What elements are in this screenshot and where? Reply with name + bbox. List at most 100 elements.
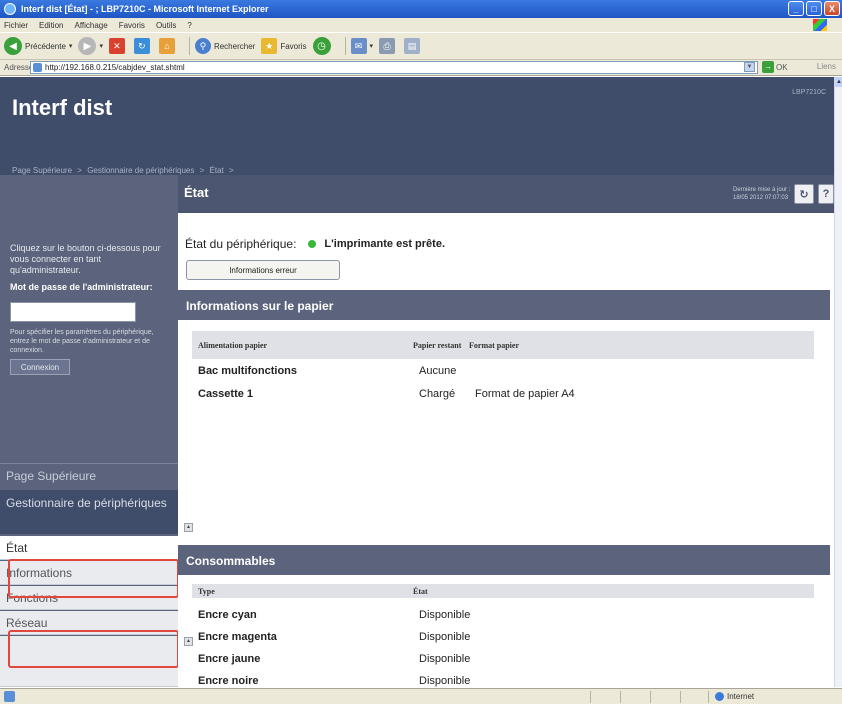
print-button[interactable]: ⎙ xyxy=(379,38,398,54)
device-status-value: L'imprimante est prête. xyxy=(324,238,446,250)
history-icon: ◷ xyxy=(312,37,331,55)
paper-source: Cassette 1 xyxy=(198,388,254,400)
stop-icon: ✕ xyxy=(108,38,125,54)
minimize-icon[interactable]: _ xyxy=(788,1,804,16)
menu-help[interactable]: ? xyxy=(187,21,191,30)
menu-file[interactable]: Fichier xyxy=(4,21,28,30)
star-icon: ★ xyxy=(261,38,278,54)
edit-button[interactable]: ▤ xyxy=(404,38,423,54)
login-button[interactable]: Connexion xyxy=(10,359,70,375)
chevron-down-icon: ▾ xyxy=(369,43,374,50)
chevron-down-icon: ▾ xyxy=(68,43,73,50)
back-arrow-icon: ◀ xyxy=(4,37,22,55)
consumable-state: Disponible xyxy=(419,631,471,643)
sidebar-item-state[interactable]: État xyxy=(0,536,178,560)
paper-remaining: Chargé xyxy=(419,388,456,400)
statusbar-divider xyxy=(620,691,621,703)
vertical-scrollbar[interactable]: ▲ xyxy=(834,77,842,687)
statusbar-divider xyxy=(680,691,681,703)
highlight-state xyxy=(8,559,179,598)
consumable-state: Disponible xyxy=(419,609,471,621)
address-input[interactable]: http://192.168.0.215/cabjdev_stat.shtml xyxy=(30,61,758,74)
globe-icon xyxy=(715,692,724,701)
window-title: Interf dist [État] - ; LBP7210C - Micros… xyxy=(21,4,269,14)
browser-toolbar: ◀ Précédente ▾ ▶ ▾ ✕ ↻ ⌂ ⚲ Rechercher ★ … xyxy=(0,32,842,60)
go-arrow-icon: → xyxy=(762,61,774,73)
home-icon: ⌂ xyxy=(158,38,175,54)
favorites-button[interactable]: ★ Favoris xyxy=(261,38,307,54)
password-label: Mot de passe de l'administrateur: xyxy=(10,282,153,292)
table-row: Encre magenta Disponible xyxy=(198,631,470,643)
menu-favorites[interactable]: Favoris xyxy=(119,21,145,30)
printer-icon: ⎙ xyxy=(379,38,396,54)
table-row: Bac multifonctions Aucune xyxy=(198,365,475,377)
toolbar-divider xyxy=(344,37,346,55)
search-button[interactable]: ⚲ Rechercher xyxy=(194,38,255,54)
links-label[interactable]: Liens xyxy=(817,62,836,71)
window-controls: _ □ X xyxy=(788,1,840,16)
error-info-button[interactable]: Informations erreur xyxy=(186,260,340,280)
scroll-to-top-icon[interactable]: ▲ xyxy=(184,637,193,646)
highlight-frame xyxy=(8,630,179,668)
consumables-table-header: Type État xyxy=(192,584,814,598)
status-ready-icon xyxy=(308,240,317,248)
login-panel: Cliquez sur le bouton ci-dessous pour vo… xyxy=(10,243,170,375)
browser-statusbar: Internet xyxy=(0,688,842,704)
close-icon[interactable]: X xyxy=(824,1,840,16)
search-icon: ⚲ xyxy=(194,38,211,54)
menu-tools[interactable]: Outils xyxy=(156,21,176,30)
zone-label: Internet xyxy=(727,692,755,701)
app-header: Interf dist LBP7210C xyxy=(0,77,834,163)
col-consumable-type: Type xyxy=(198,586,215,596)
scroll-up-icon[interactable]: ▲ xyxy=(835,77,842,87)
main-content: État du périphérique: L'imprimante est p… xyxy=(178,213,834,687)
scroll-to-top-icon[interactable]: ▲ xyxy=(184,523,193,532)
consumable-type: Encre magenta xyxy=(198,631,277,643)
sidebar-section-device-manager[interactable]: Gestionnaire de périphériques xyxy=(0,490,178,534)
mail-button[interactable]: ✉ ▾ xyxy=(350,38,374,54)
menu-edit[interactable]: Edition xyxy=(39,21,63,30)
refresh-icon: ↻ xyxy=(133,38,150,54)
forward-button[interactable]: ▶ ▾ xyxy=(78,37,103,55)
login-hint: Pour spécifier les paramètres du périphé… xyxy=(10,329,154,354)
go-button[interactable]: → OK xyxy=(762,61,788,73)
breadcrumb-top[interactable]: Page Supérieure xyxy=(12,166,72,175)
col-paper-source: Alimentation papier xyxy=(198,340,268,350)
home-button[interactable]: ⌂ xyxy=(158,38,178,54)
back-button[interactable]: ◀ Précédente ▾ xyxy=(4,37,72,55)
breadcrumb-device-manager[interactable]: Gestionnaire de périphériques xyxy=(87,166,194,175)
refresh-page-button[interactable]: ↻ xyxy=(794,184,814,204)
page-title-band: État Dernière mise à jour : 18/05 2012 0… xyxy=(0,175,834,213)
address-dropdown-icon[interactable]: ▼ xyxy=(744,62,755,72)
toolbar-divider xyxy=(188,37,190,55)
ie-logo-icon xyxy=(4,3,16,15)
edit-page-icon: ▤ xyxy=(404,38,421,54)
sidebar-item-top-page[interactable]: Page Supérieure xyxy=(0,463,178,487)
col-consumable-state: État xyxy=(413,586,428,596)
login-instructions: Cliquez sur le bouton ci-dessous pour vo… xyxy=(10,243,161,275)
page-icon xyxy=(33,63,42,72)
address-label: Adresse xyxy=(4,63,34,72)
breadcrumb-separator: > xyxy=(199,166,205,175)
title-band-sidebar-part xyxy=(0,175,178,213)
addressbar: Adresse http://192.168.0.215/cabjdev_sta… xyxy=(0,60,842,76)
device-model: LBP7210C xyxy=(792,89,826,96)
menu-view[interactable]: Affichage xyxy=(74,21,107,30)
paper-section-header: Informations sur le papier xyxy=(178,290,830,320)
help-button[interactable]: ? xyxy=(818,184,834,204)
statusbar-divider xyxy=(650,691,651,703)
table-row: Encre noire Disponible xyxy=(198,675,470,687)
consumable-type: Encre jaune xyxy=(198,653,261,665)
go-label: OK xyxy=(776,62,788,72)
stop-button[interactable]: ✕ xyxy=(108,38,128,54)
history-button[interactable]: ◷ xyxy=(312,37,334,55)
page-loaded-icon xyxy=(4,691,15,702)
security-zone: Internet xyxy=(715,692,754,701)
paper-remaining: Aucune xyxy=(419,365,457,377)
refresh-button[interactable]: ↻ xyxy=(133,38,153,54)
consumable-state: Disponible xyxy=(419,675,471,687)
maximize-icon[interactable]: □ xyxy=(806,1,822,16)
password-field[interactable] xyxy=(10,302,136,322)
web-page: Interf dist LBP7210C Page Supérieure > G… xyxy=(0,77,834,687)
last-update-label: Dernière mise à jour : xyxy=(733,187,791,193)
